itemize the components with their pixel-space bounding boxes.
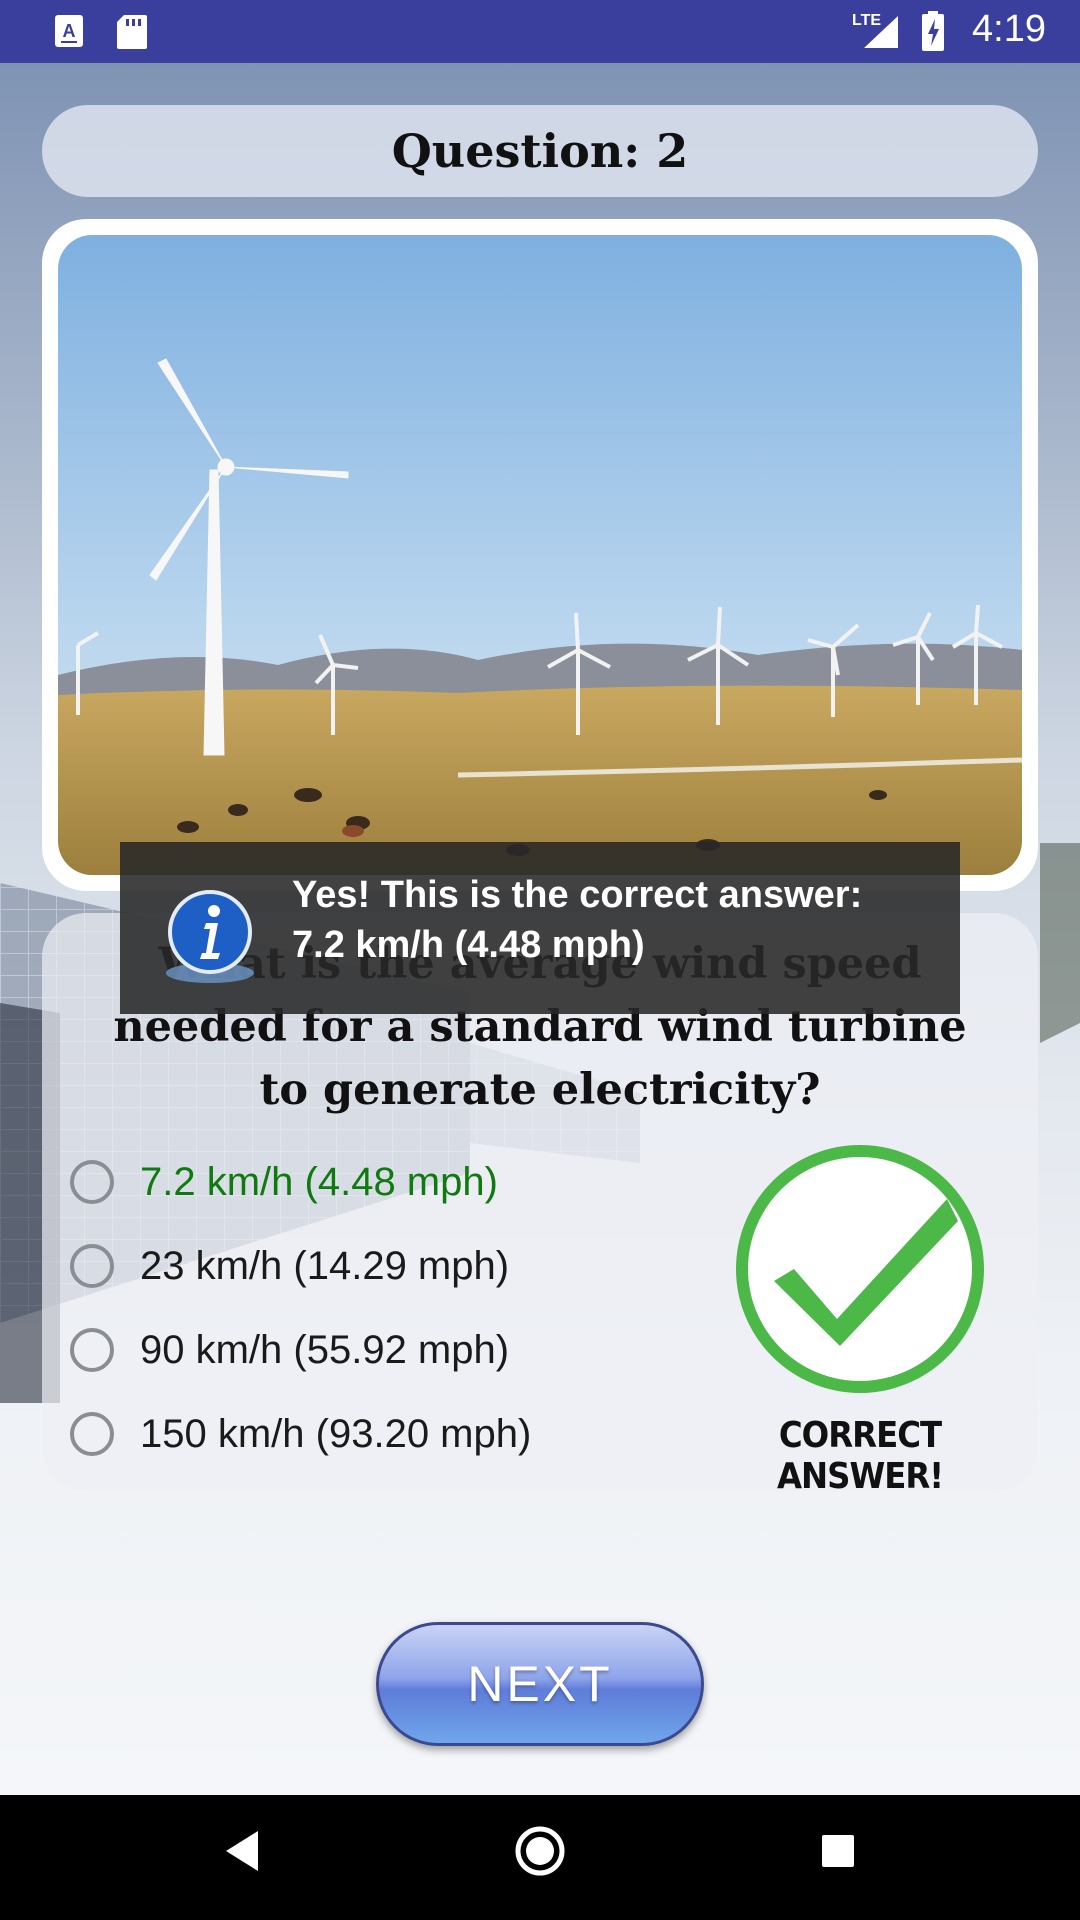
answer-option[interactable]: 7.2 km/h (4.48 mph) bbox=[70, 1150, 498, 1214]
toast-message: Yes! This is the correct answer: 7.2 km/… bbox=[120, 842, 960, 1014]
question-header: Question: 2 bbox=[42, 105, 1038, 197]
toast-text: Yes! This is the correct answer: 7.2 km/… bbox=[292, 870, 862, 970]
status-bar: A LTE 4:19 bbox=[0, 0, 1080, 63]
keyboard-a-icon: A bbox=[55, 15, 83, 47]
svg-text:A: A bbox=[63, 21, 76, 41]
wind-farm-photo bbox=[58, 235, 1022, 875]
question-image-card bbox=[42, 219, 1038, 891]
info-icon bbox=[166, 890, 254, 983]
sd-card-icon bbox=[117, 15, 147, 49]
checkmark-circle-icon bbox=[736, 1145, 984, 1393]
answer-option-label: 90 km/h (55.92 mph) bbox=[140, 1327, 510, 1372]
answer-option[interactable]: 23 km/h (14.29 mph) bbox=[70, 1234, 509, 1298]
next-button[interactable]: NEXT bbox=[376, 1622, 704, 1746]
radio-button[interactable] bbox=[70, 1328, 114, 1372]
navigation-bar bbox=[0, 1795, 1080, 1920]
radio-button[interactable] bbox=[70, 1412, 114, 1456]
radio-button[interactable] bbox=[70, 1244, 114, 1288]
answer-option[interactable]: 90 km/h (55.92 mph) bbox=[70, 1318, 509, 1382]
toast-line-2: 7.2 km/h (4.48 mph) bbox=[292, 924, 645, 966]
answer-option-label: 150 km/h (93.20 mph) bbox=[140, 1411, 532, 1456]
answer-option-label: 7.2 km/h (4.48 mph) bbox=[140, 1159, 498, 1204]
home-icon[interactable] bbox=[514, 1825, 566, 1877]
toast-line-1: Yes! This is the correct answer: bbox=[292, 874, 863, 916]
clock: 4:19 bbox=[972, 8, 1046, 50]
battery-charging-icon bbox=[922, 11, 944, 51]
radio-button[interactable] bbox=[70, 1160, 114, 1204]
correct-answer-label: CORRECT ANSWER! bbox=[776, 1415, 944, 1497]
next-button-label: NEXT bbox=[467, 1656, 613, 1712]
recents-icon[interactable] bbox=[820, 1833, 856, 1869]
answer-option-label: 23 km/h (14.29 mph) bbox=[140, 1243, 510, 1288]
back-icon[interactable] bbox=[222, 1827, 262, 1875]
lte-signal-icon bbox=[864, 16, 898, 48]
question-number: Question: 2 bbox=[391, 124, 689, 178]
answer-option[interactable]: 150 km/h (93.20 mph) bbox=[70, 1402, 531, 1466]
